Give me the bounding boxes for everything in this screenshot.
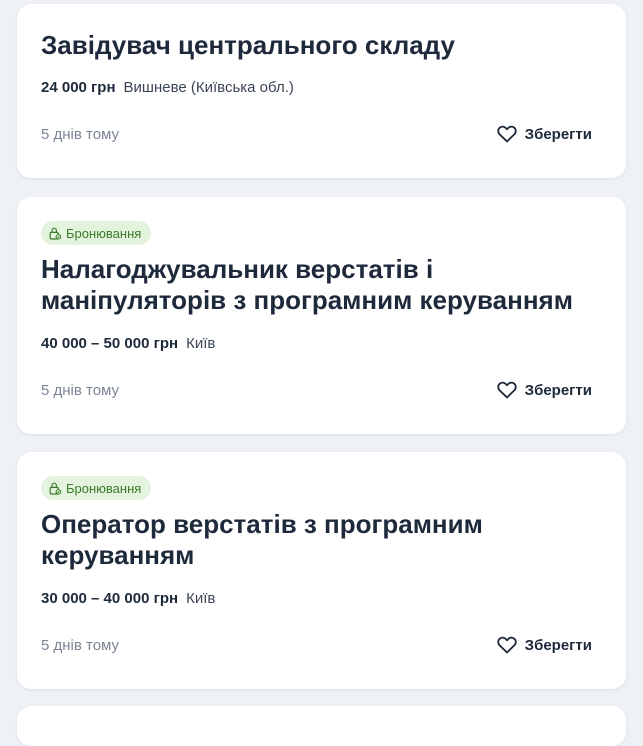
badge-label: Бронювання xyxy=(66,225,142,241)
vacancy-title[interactable]: Оператор верстатів з програмним керуванн… xyxy=(41,509,606,571)
lock-check-icon xyxy=(49,482,61,495)
save-button[interactable]: Зберегти xyxy=(496,125,592,143)
save-button[interactable]: Зберегти xyxy=(496,636,592,654)
heart-icon xyxy=(496,636,517,654)
vacancy-location: Вишневе (Київська обл.) xyxy=(123,79,294,96)
vacancy-title[interactable]: Налагоджувальник верстатів і маніпулятор… xyxy=(41,254,606,316)
heart-icon xyxy=(496,125,517,143)
reservation-badge: Бронювання xyxy=(41,476,152,500)
badge-label: Бронювання xyxy=(66,480,142,496)
vacancy-card[interactable] xyxy=(17,706,626,746)
vacancy-date: 5 днів тому xyxy=(41,126,120,143)
vacancy-location: Київ xyxy=(186,590,216,607)
vacancy-card[interactable]: Бронювання Оператор верстатів з програмн… xyxy=(17,452,626,689)
heart-icon xyxy=(496,381,517,399)
save-button[interactable]: Зберегти xyxy=(496,381,592,399)
save-label: Зберегти xyxy=(524,636,592,654)
vacancy-date: 5 днів тому xyxy=(41,382,120,399)
save-label: Зберегти xyxy=(524,381,592,399)
save-label: Зберегти xyxy=(524,125,592,143)
vacancy-salary: 40 000 – 50 000 грн xyxy=(41,335,179,352)
reservation-badge: Бронювання xyxy=(41,221,152,245)
lock-check-icon xyxy=(49,227,61,240)
vacancy-date: 5 днів тому xyxy=(41,637,120,654)
vacancy-meta: 30 000 – 40 000 грн Київ xyxy=(41,589,215,609)
vacancy-card[interactable]: Завідувач центрального складу 24 000 грн… xyxy=(17,4,626,178)
vacancy-meta: 40 000 – 50 000 грн Київ xyxy=(41,334,215,354)
vacancy-meta: 24 000 грн Вишневе (Київська обл.) xyxy=(41,78,294,98)
vacancy-salary: 24 000 грн xyxy=(41,79,116,96)
vacancy-card[interactable]: Бронювання Налагоджувальник верстатів і … xyxy=(17,197,626,434)
vacancy-salary: 30 000 – 40 000 грн xyxy=(41,590,179,607)
vacancy-list: Завідувач центрального складу 24 000 грн… xyxy=(0,0,643,746)
vacancy-location: Київ xyxy=(186,335,216,352)
vacancy-title[interactable]: Завідувач центрального складу xyxy=(41,30,606,61)
